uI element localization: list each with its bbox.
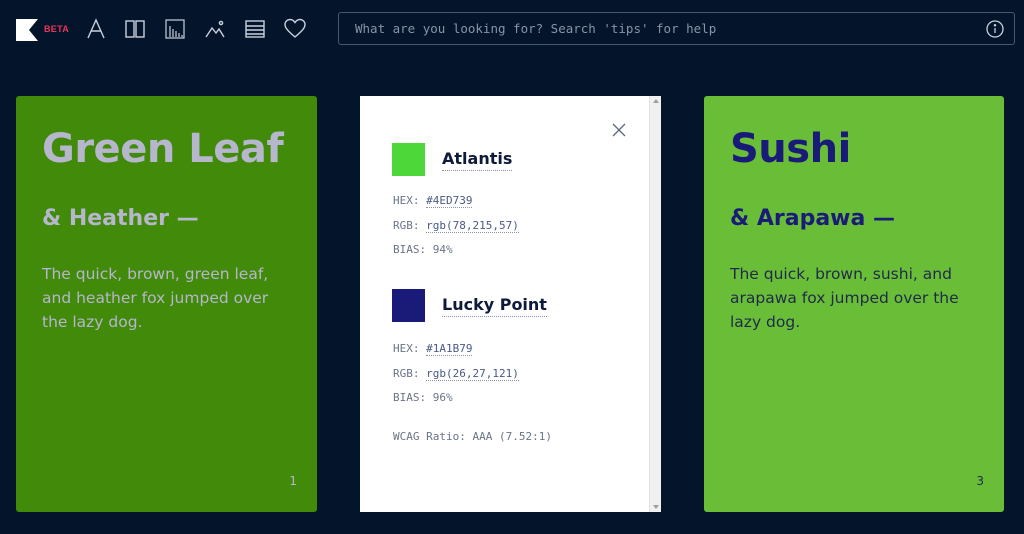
- scrollbar[interactable]: [649, 96, 661, 512]
- color-name-lucky-point[interactable]: Lucky Point: [442, 295, 547, 317]
- image-icon[interactable]: [203, 17, 227, 41]
- card-body-text: The quick, brown, sushi, and arapawa fox…: [730, 265, 959, 331]
- card-title: Green Leaf: [42, 126, 284, 172]
- rgb-value[interactable]: rgb(78,215,57): [426, 219, 519, 233]
- rgb-row: RGB: rgb(78,215,57): [393, 219, 519, 233]
- hex-row: HEX: #4ED739: [393, 194, 473, 208]
- card-title: Sushi: [730, 126, 851, 172]
- card-number: 3: [976, 474, 984, 488]
- card-body-text: The quick, brown, green leaf, and heathe…: [42, 265, 269, 331]
- card-subtitle: & Arapawa —: [730, 206, 895, 231]
- color-info-panel: Atlantis HEX: #4ED739 RGB: rgb(78,215,57…: [360, 96, 661, 512]
- search-input[interactable]: [355, 13, 975, 44]
- beta-badge: BETA: [44, 24, 70, 34]
- hex-value[interactable]: #1A1B79: [426, 342, 473, 356]
- rgb-value[interactable]: rgb(26,27,121): [426, 367, 519, 381]
- bias-value: BIAS: 96%: [393, 391, 453, 404]
- heart-icon[interactable]: [283, 17, 307, 41]
- bias-value: BIAS: 94%: [393, 243, 453, 256]
- list-icon[interactable]: [243, 17, 267, 41]
- top-bar: BETA: [0, 0, 1024, 60]
- palette-card-1[interactable]: Green Leaf & Heather — The quick, brown,…: [16, 96, 317, 512]
- search-box: [338, 12, 1015, 45]
- palette-card-3[interactable]: Sushi & Arapawa — The quick, brown, sush…: [704, 96, 1004, 512]
- color-swatch-lucky-point: [392, 289, 425, 322]
- logo-icon[interactable]: [15, 18, 39, 42]
- close-icon[interactable]: [612, 123, 626, 137]
- color-swatch-atlantis: [392, 143, 425, 176]
- color-name-atlantis[interactable]: Atlantis: [442, 149, 513, 171]
- typography-icon[interactable]: [84, 17, 108, 41]
- rgb-row: RGB: rgb(26,27,121): [393, 367, 519, 381]
- hex-value[interactable]: #4ED739: [426, 194, 473, 208]
- info-icon[interactable]: [986, 20, 1004, 38]
- scroll-down-icon[interactable]: [653, 505, 659, 509]
- hex-row: HEX: #1A1B79: [393, 342, 473, 356]
- card-subtitle: & Heather —: [42, 206, 199, 231]
- wcag-ratio: WCAG Ratio: AAA (7.52:1): [393, 430, 552, 443]
- chart-icon[interactable]: [163, 17, 187, 41]
- columns-icon[interactable]: [123, 17, 147, 41]
- card-number: 1: [289, 474, 297, 488]
- scroll-up-icon[interactable]: [653, 99, 659, 103]
